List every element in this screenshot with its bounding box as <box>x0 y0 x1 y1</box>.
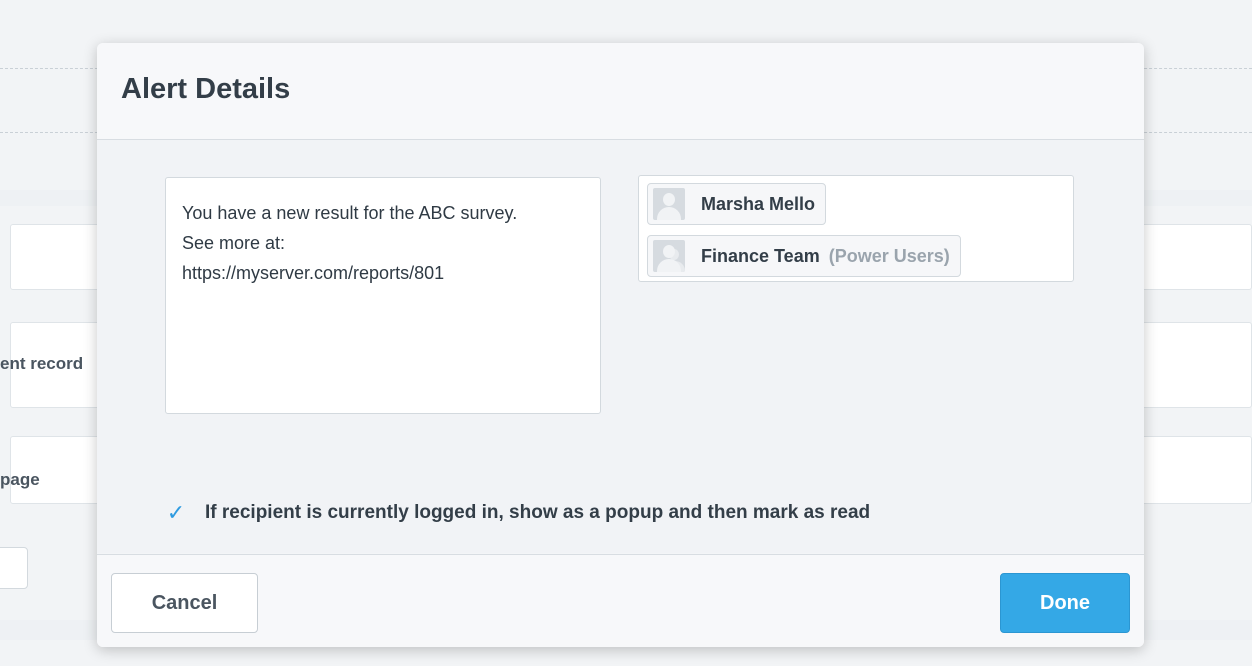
dialog-footer: Cancel Done <box>97 554 1144 647</box>
recipient-name: Marsha Mello <box>701 193 816 214</box>
recipient-name: Finance Team <box>701 245 820 266</box>
message-line: https://myserver.com/reports/801 <box>182 263 445 283</box>
alert-details-dialog: Alert Details You have a new result for … <box>97 43 1144 647</box>
recipients-field[interactable]: Marsha Mello Finance Team (Power Users) <box>638 175 1074 282</box>
recipient-chip[interactable]: Finance Team (Power Users) <box>647 235 961 277</box>
dialog-title: Alert Details <box>121 73 291 105</box>
alert-message-textarea[interactable]: You have a new result for the ABC survey… <box>165 177 601 414</box>
checkmark-icon: ✓ <box>166 500 186 525</box>
popup-option-checkbox[interactable]: ✓ <box>163 500 189 526</box>
background-row-label: page <box>0 470 40 489</box>
dialog-header: Alert Details <box>97 43 1144 140</box>
background-input <box>0 547 28 589</box>
recipient-chip[interactable]: Marsha Mello <box>647 183 827 225</box>
recipient-role: (Power Users) <box>828 245 950 266</box>
dialog-body: You have a new result for the ABC survey… <box>97 140 1144 553</box>
done-button[interactable]: Done <box>1000 573 1130 633</box>
user-avatar-icon <box>653 188 685 220</box>
cancel-button[interactable]: Cancel <box>111 573 258 633</box>
popup-option-label[interactable]: If recipient is currently logged in, sho… <box>205 502 870 524</box>
background-row-label: ent record <box>0 354 84 373</box>
message-line: See more at: <box>182 233 286 253</box>
group-avatar-icon <box>653 240 685 272</box>
message-line: You have a new result for the ABC survey… <box>182 203 518 223</box>
popup-option[interactable]: ✓ If recipient is currently logged in, s… <box>163 500 870 526</box>
